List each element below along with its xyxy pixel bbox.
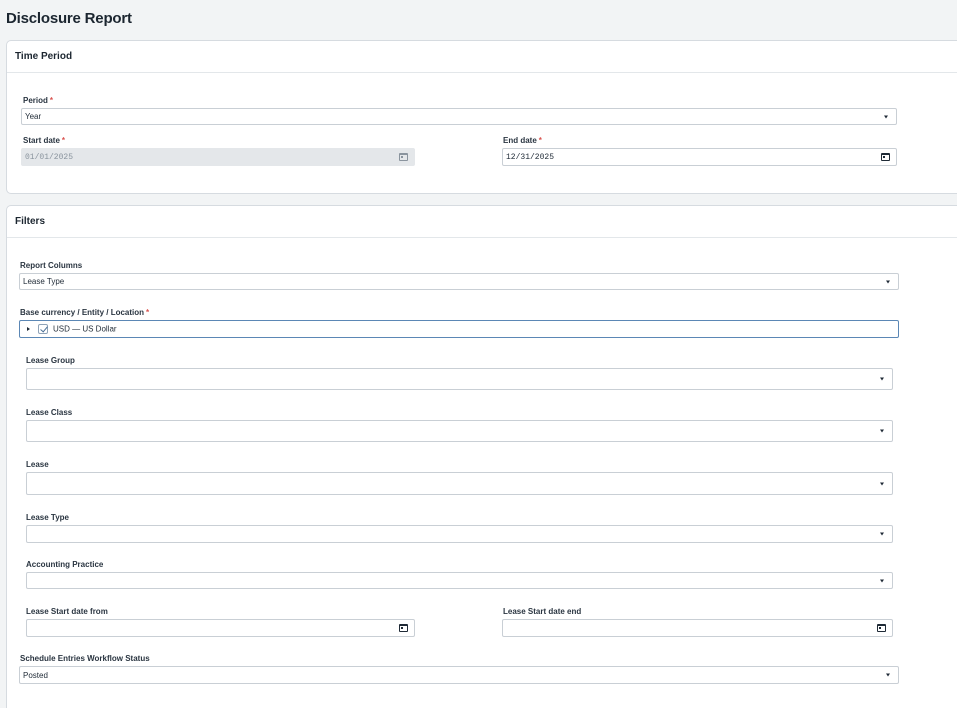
period-label: Period * (23, 96, 54, 105)
report-columns-select[interactable]: Lease Type (19, 273, 899, 290)
calendar-icon[interactable] (881, 153, 890, 161)
lease-start-end-label: Lease Start date end (503, 607, 582, 616)
caret-right-icon[interactable] (27, 327, 30, 331)
lease-start-from-field[interactable] (26, 619, 415, 637)
chevron-down-icon (880, 377, 884, 381)
chevron-down-icon (880, 482, 884, 485)
base-currency-label: Base currency / Entity / Location * (20, 308, 150, 317)
chevron-down-icon (880, 429, 884, 433)
lease-label: Lease (26, 460, 49, 469)
page-title: Disclosure Report (6, 10, 132, 27)
end-date-label: End date * (503, 136, 542, 145)
period-value: Year (25, 112, 42, 121)
lease-class-select[interactable] (26, 420, 893, 442)
lease-type-label: Lease Type (26, 513, 69, 522)
start-date-label: Start date * (23, 136, 66, 145)
filters-header: Filters (7, 206, 957, 238)
workflow-status-label: Schedule Entries Workflow Status (20, 654, 150, 663)
chevron-down-icon (880, 579, 884, 582)
lease-type-select[interactable] (26, 525, 893, 543)
lease-class-label: Lease Class (26, 408, 73, 417)
chevron-down-icon (884, 115, 888, 118)
calendar-icon[interactable] (399, 624, 408, 632)
calendar-icon[interactable] (877, 624, 886, 632)
report-columns-value: Lease Type (23, 277, 65, 286)
start-date-field: 01/01/2025 (21, 148, 415, 166)
period-select[interactable]: Year (21, 108, 897, 125)
tree-item-label: USD — US Dollar (53, 324, 117, 334)
lease-group-label: Lease Group (26, 356, 75, 365)
lease-start-end-field[interactable] (502, 619, 893, 637)
calendar-icon (399, 153, 408, 161)
workflow-status-value: Posted (23, 670, 48, 680)
report-columns-label: Report Columns (20, 261, 83, 270)
chevron-down-icon (886, 280, 890, 283)
accounting-practice-select[interactable] (26, 572, 893, 589)
base-currency-tree[interactable]: USD — US Dollar (19, 320, 899, 338)
time-period-header: Time Period (7, 41, 957, 73)
chevron-down-icon (880, 532, 884, 536)
lease-group-select[interactable] (26, 368, 893, 390)
chevron-down-icon (886, 673, 890, 677)
workflow-status-select[interactable]: Posted (19, 666, 899, 684)
checkbox-checked-icon[interactable] (38, 324, 48, 334)
end-date-field[interactable]: 12/31/2025 (502, 148, 897, 166)
start-date-value: 01/01/2025 (25, 152, 74, 162)
lease-select[interactable] (26, 472, 893, 495)
end-date-value: 12/31/2025 (506, 152, 555, 162)
lease-start-from-label: Lease Start date from (26, 607, 108, 616)
accounting-practice-label: Accounting Practice (26, 560, 104, 569)
